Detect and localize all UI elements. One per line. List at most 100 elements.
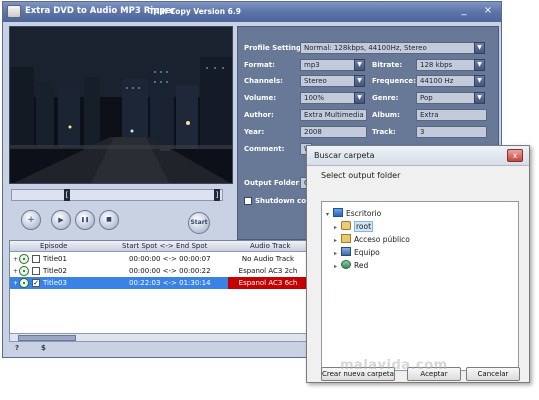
- watermark: malavida.com: [340, 358, 448, 373]
- author-label: Author:: [244, 111, 274, 119]
- public-folder-icon: [341, 234, 351, 243]
- expand-arrow-icon[interactable]: ▸: [334, 222, 341, 234]
- dvd-disc-icon: [19, 266, 29, 276]
- tree-node-acceso-publico[interactable]: ▸ Acceso público: [334, 234, 410, 246]
- user-folder-icon: [341, 221, 351, 230]
- expand-icon[interactable]: +: [13, 280, 18, 287]
- channels-select[interactable]: Stereo: [300, 75, 356, 87]
- episode-span: 00:00:00 <-> 00:00:22: [129, 267, 211, 275]
- computer-icon: [341, 247, 351, 256]
- dialog-description: Select output folder: [321, 171, 401, 180]
- volume-dropdown-icon[interactable]: ▼: [354, 92, 365, 104]
- year-input[interactable]: 2008: [300, 126, 367, 138]
- header-spot[interactable]: Start Spot <-> End Spot: [122, 242, 207, 250]
- genre-dropdown-icon[interactable]: ▼: [474, 92, 485, 104]
- expand-icon[interactable]: +: [13, 268, 18, 275]
- play-button[interactable]: ▶: [51, 210, 71, 230]
- table-header: Episode Start Spot <-> End Spot Audio Tr…: [10, 241, 306, 252]
- track-label: Track:: [372, 128, 396, 136]
- pause-button[interactable]: ❚❚: [75, 210, 95, 230]
- genre-label: Genre:: [372, 94, 399, 102]
- frequence-label: Frequence:: [372, 77, 416, 85]
- row-checkbox[interactable]: ✓: [32, 279, 40, 287]
- header-episode[interactable]: Episode: [40, 242, 68, 250]
- profile-dropdown-icon[interactable]: ▼: [474, 42, 485, 54]
- add-button[interactable]: +: [21, 210, 41, 230]
- dialog-close-button[interactable]: x: [507, 149, 523, 162]
- app-icon: [7, 5, 21, 18]
- audio-track-cell[interactable]: Espanol AC3 6ch: [228, 277, 306, 289]
- minimize-button[interactable]: _: [457, 5, 471, 18]
- frequence-dropdown-icon[interactable]: ▼: [474, 75, 485, 87]
- close-button[interactable]: ×: [481, 5, 495, 18]
- tree-node-root[interactable]: ▸ root: [334, 221, 374, 234]
- frequence-select[interactable]: 44100 Hz: [416, 75, 476, 87]
- audio-track-cell[interactable]: No Audio Track: [228, 253, 306, 265]
- genre-select[interactable]: Pop: [416, 92, 476, 104]
- bitrate-dropdown-icon[interactable]: ▼: [474, 59, 485, 71]
- expand-arrow-icon[interactable]: ▸: [334, 248, 341, 260]
- collapse-arrow-icon[interactable]: ▾: [326, 209, 333, 221]
- folder-tree[interactable]: ▾ Escritorio ▸ root ▸ Acceso público ▸ Equip…: [321, 201, 519, 371]
- tree-node-red[interactable]: ▸ Red: [334, 260, 368, 272]
- dialog-title: Buscar carpeta: [314, 151, 375, 160]
- format-dropdown-icon[interactable]: ▼: [354, 59, 365, 71]
- episode-name: Title01: [43, 255, 67, 263]
- shutdown-checkbox[interactable]: [244, 197, 252, 205]
- horizontal-scrollbar[interactable]: [9, 333, 307, 342]
- tree-node-equipo[interactable]: ▸ Equipo: [334, 247, 380, 259]
- row-checkbox[interactable]: [32, 267, 40, 275]
- track-input[interactable]: 3: [416, 126, 487, 138]
- year-label: Year:: [244, 128, 265, 136]
- author-input[interactable]: Extra Multimedia: [300, 109, 367, 121]
- bottom-toolbar: ? $: [9, 344, 309, 356]
- network-icon: [341, 260, 351, 269]
- profile-label: Profile Setting:: [244, 44, 304, 52]
- album-input[interactable]: Extra: [416, 109, 487, 121]
- start-marker-handle[interactable]: [: [64, 189, 70, 201]
- tree-node-escritorio[interactable]: ▾ Escritorio: [326, 208, 381, 220]
- dvd-disc-icon: [19, 278, 29, 288]
- end-marker-handle[interactable]: ]: [214, 189, 220, 201]
- stop-button[interactable]: ■: [99, 210, 119, 230]
- cancel-button[interactable]: Cancelar: [466, 367, 520, 381]
- table-row[interactable]: + Title01 00:00:00 <-> 00:00:07 No Audio…: [10, 253, 306, 265]
- channels-label: Channels:: [244, 77, 283, 85]
- desktop-icon: [333, 208, 343, 217]
- volume-label: Volume:: [244, 94, 277, 102]
- profile-select[interactable]: Normal: 128kbps, 44100Hz, Stereo: [300, 42, 476, 54]
- episode-span: 00:00:00 <-> 00:00:07: [129, 255, 211, 263]
- scrollbar-thumb[interactable]: [18, 335, 76, 341]
- seek-bar[interactable]: [ ]: [11, 189, 223, 201]
- table-row-selected[interactable]: + ✓ Title03 00:22:03 <-> 01:30:14 Espano…: [10, 277, 306, 289]
- channels-dropdown-icon[interactable]: ▼: [354, 75, 365, 87]
- audio-track-cell[interactable]: Espanol AC3 2ch: [228, 265, 306, 277]
- episode-span: 00:22:03 <-> 01:30:14: [129, 279, 211, 287]
- episode-name: Title03: [43, 279, 67, 287]
- output-folder-label: Output Folder:: [244, 179, 302, 187]
- video-preview: [9, 26, 233, 184]
- volume-select[interactable]: 100%: [300, 92, 356, 104]
- video-frame-image: [10, 27, 232, 183]
- app-subtitle: Trial Copy Version 6.9: [149, 7, 241, 16]
- format-select[interactable]: mp3: [300, 59, 356, 71]
- start-button[interactable]: Start: [188, 212, 210, 234]
- dialog-title-bar[interactable]: Buscar carpeta x: [307, 146, 529, 166]
- table-row[interactable]: + Title02 00:00:00 <-> 00:00:22 Espanol …: [10, 265, 306, 277]
- episode-table: Episode Start Spot <-> End Spot Audio Tr…: [9, 240, 307, 337]
- album-label: Album:: [372, 111, 400, 119]
- title-bar[interactable]: Extra DVD to Audio MP3 Ripper Trial Copy…: [3, 2, 501, 22]
- expand-arrow-icon[interactable]: ▸: [334, 261, 341, 273]
- expand-icon[interactable]: +: [13, 256, 18, 263]
- bitrate-select[interactable]: 128 kbps: [416, 59, 476, 71]
- row-checkbox[interactable]: [32, 255, 40, 263]
- header-audio-track[interactable]: Audio Track: [250, 242, 290, 250]
- buy-icon[interactable]: $: [41, 344, 46, 352]
- help-icon[interactable]: ?: [15, 344, 19, 352]
- comment-label: Comment:: [244, 145, 285, 153]
- format-label: Format:: [244, 61, 275, 69]
- expand-arrow-icon[interactable]: ▸: [334, 235, 341, 247]
- dvd-disc-icon: [19, 254, 29, 264]
- episode-name: Title02: [43, 267, 67, 275]
- bitrate-label: Bitrate:: [372, 61, 403, 69]
